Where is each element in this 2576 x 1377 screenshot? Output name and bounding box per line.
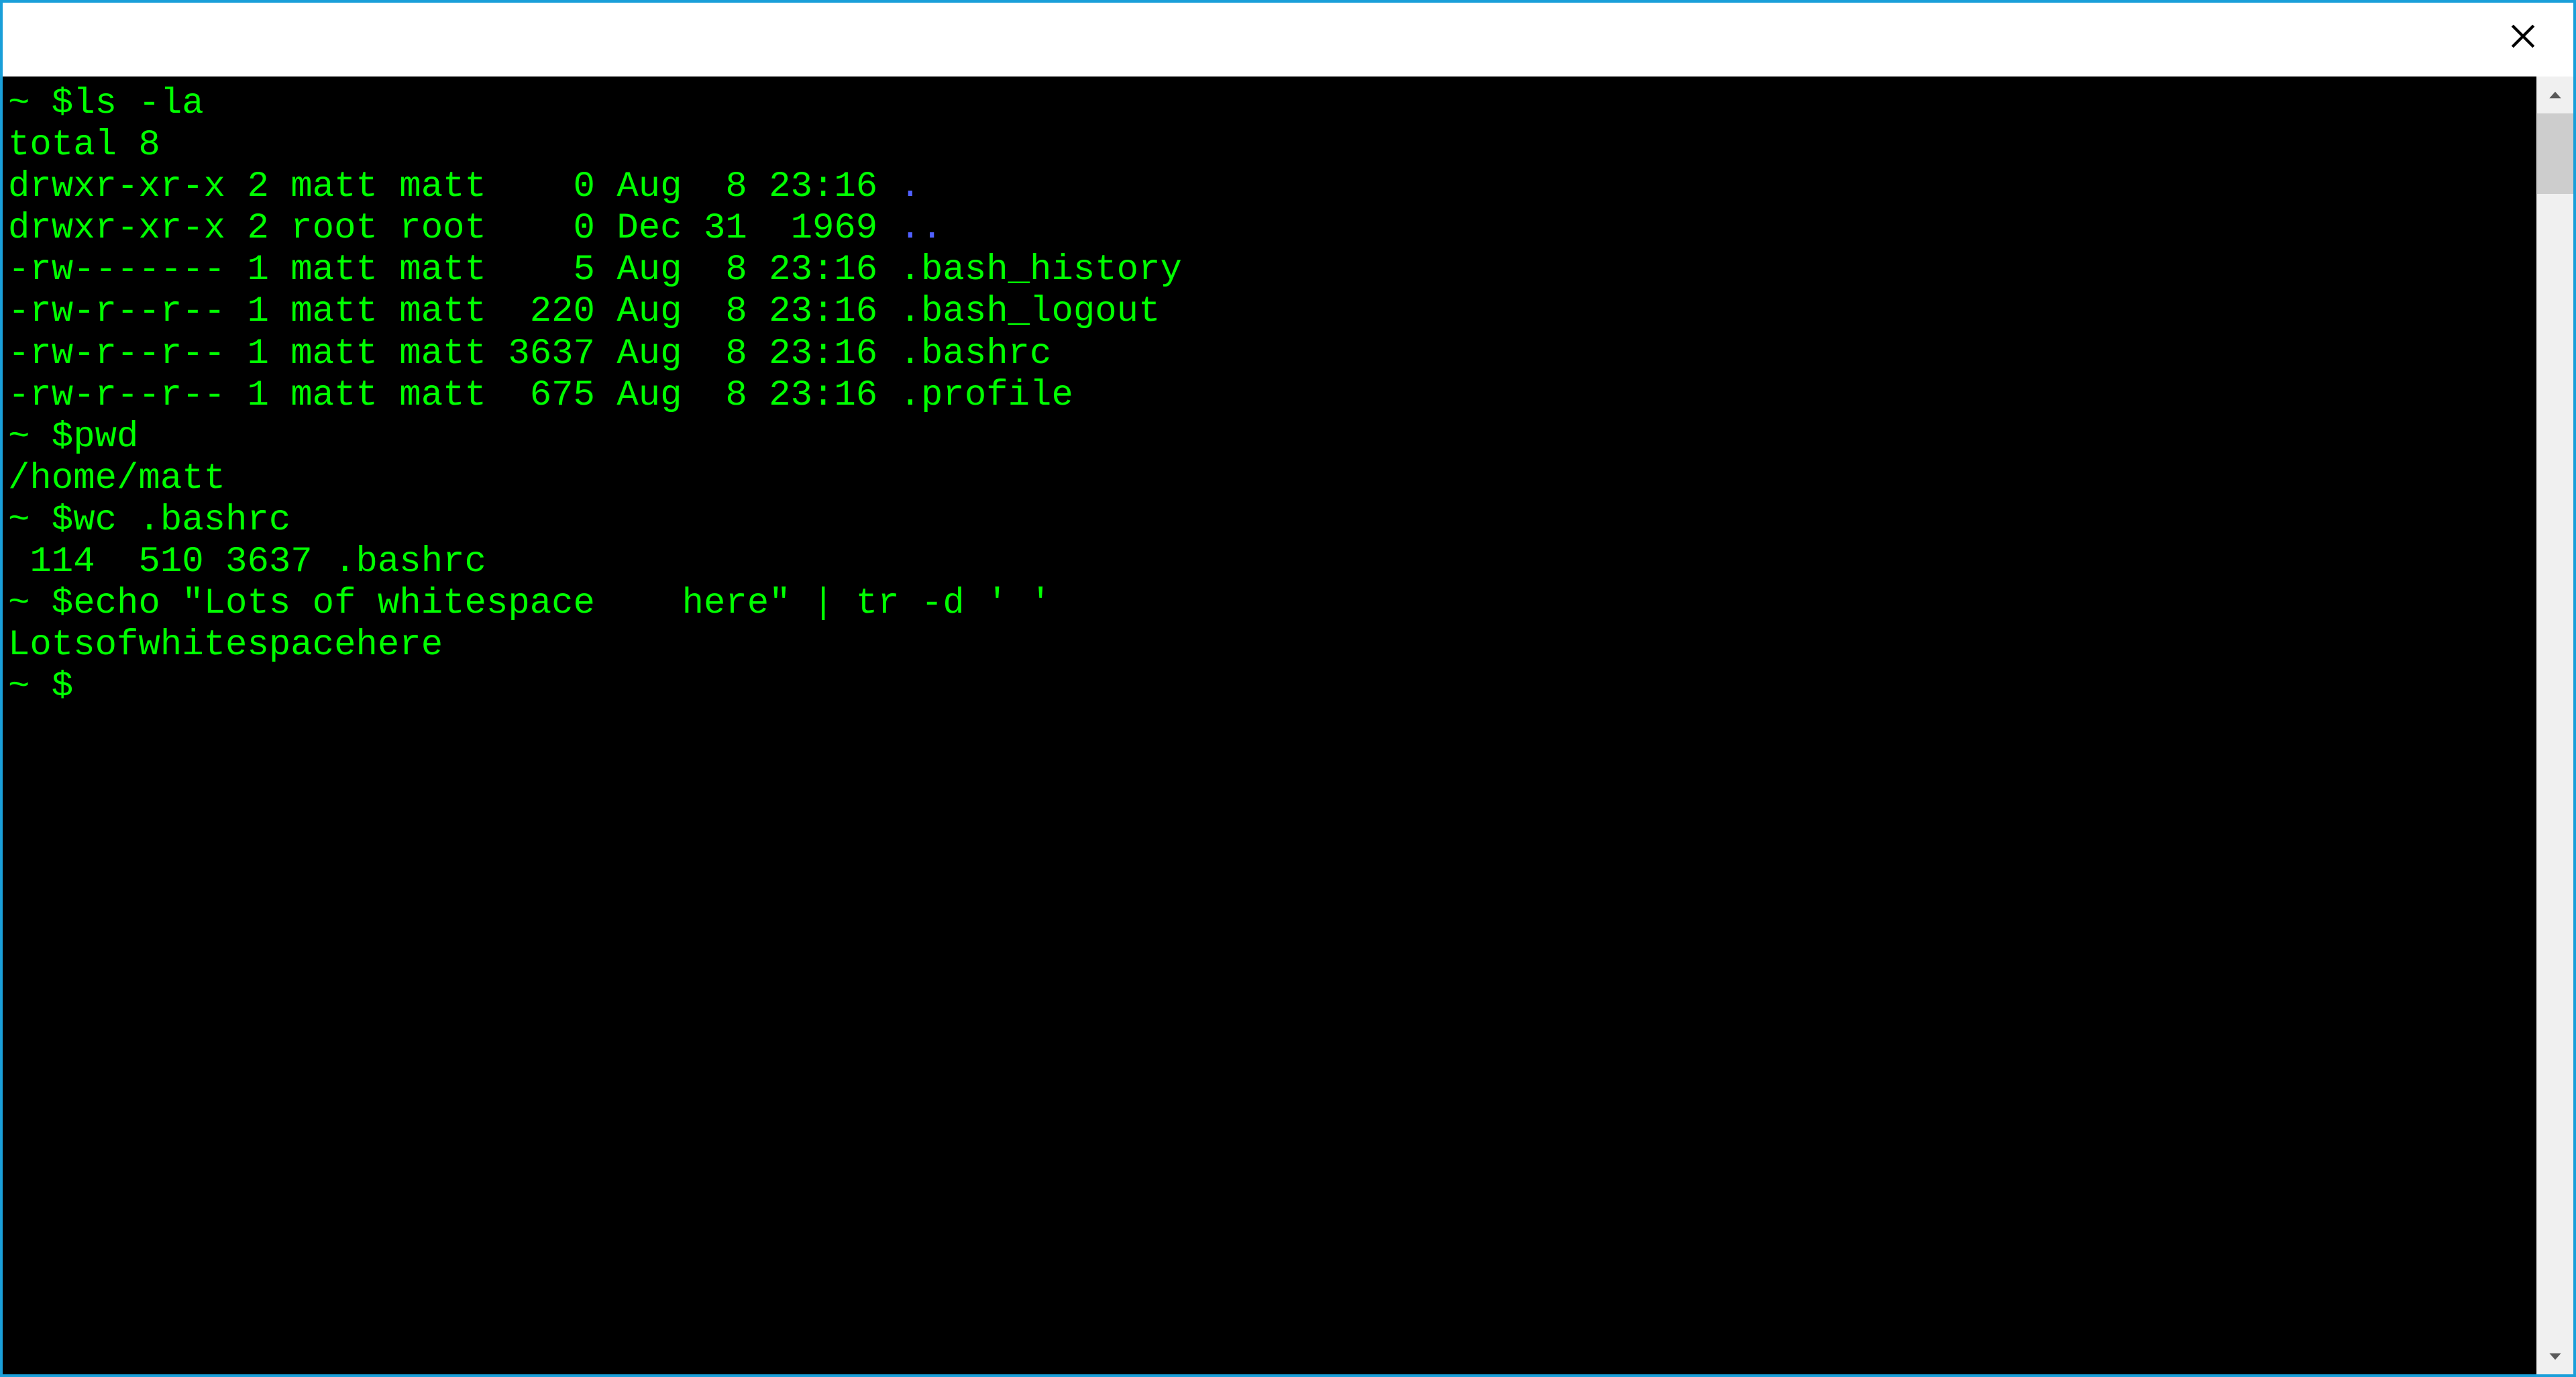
terminal-output[interactable]: ~ $ls -latotal 8drwxr-xr-x 2 matt matt 0… [3, 76, 2536, 1374]
prompt-line[interactable]: ~ $ [8, 666, 2531, 708]
close-button[interactable] [2473, 3, 2573, 70]
ls-row: -rw-r--r-- 1 matt matt 675 Aug 8 23:16 .… [8, 375, 2531, 417]
ls-row: -rw-r--r-- 1 matt matt 220 Aug 8 23:16 .… [8, 291, 2531, 333]
prompt-line: ~ $pwd [8, 417, 2531, 458]
chevron-up-icon [2546, 87, 2564, 104]
ls-total: total 8 [8, 125, 2531, 166]
prompt-line: ~ $echo "Lots of whitespace here" | tr -… [8, 583, 2531, 625]
prompt-line: ~ $wc .bashrc [8, 500, 2531, 542]
echo-output: Lotsofwhitespacehere [8, 625, 2531, 666]
titlebar [3, 3, 2573, 76]
scroll-up-button[interactable] [2537, 76, 2573, 113]
pwd-output: /home/matt [8, 458, 2531, 500]
dir-name: .. [900, 208, 943, 249]
terminal-window: ~ $ls -latotal 8drwxr-xr-x 2 matt matt 0… [0, 0, 2576, 1377]
ls-row: -rw-r--r-- 1 matt matt 3637 Aug 8 23:16 … [8, 334, 2531, 375]
close-icon [2509, 22, 2537, 50]
dir-name: . [900, 166, 921, 207]
ls-row: drwxr-xr-x 2 root root 0 Dec 31 1969 .. [8, 208, 2531, 250]
prompt-line: ~ $ls -la [8, 83, 2531, 125]
scroll-down-button[interactable] [2537, 1337, 2573, 1374]
scroll-track[interactable] [2537, 113, 2573, 1337]
scroll-thumb[interactable] [2537, 113, 2573, 194]
wc-output: 114 510 3637 .bashrc [8, 542, 2531, 583]
ls-row: -rw------- 1 matt matt 5 Aug 8 23:16 .ba… [8, 250, 2531, 291]
window-body: ~ $ls -latotal 8drwxr-xr-x 2 matt matt 0… [3, 76, 2573, 1374]
chevron-down-icon [2546, 1347, 2564, 1365]
ls-row: drwxr-xr-x 2 matt matt 0 Aug 8 23:16 . [8, 166, 2531, 208]
vertical-scrollbar[interactable] [2536, 76, 2573, 1374]
